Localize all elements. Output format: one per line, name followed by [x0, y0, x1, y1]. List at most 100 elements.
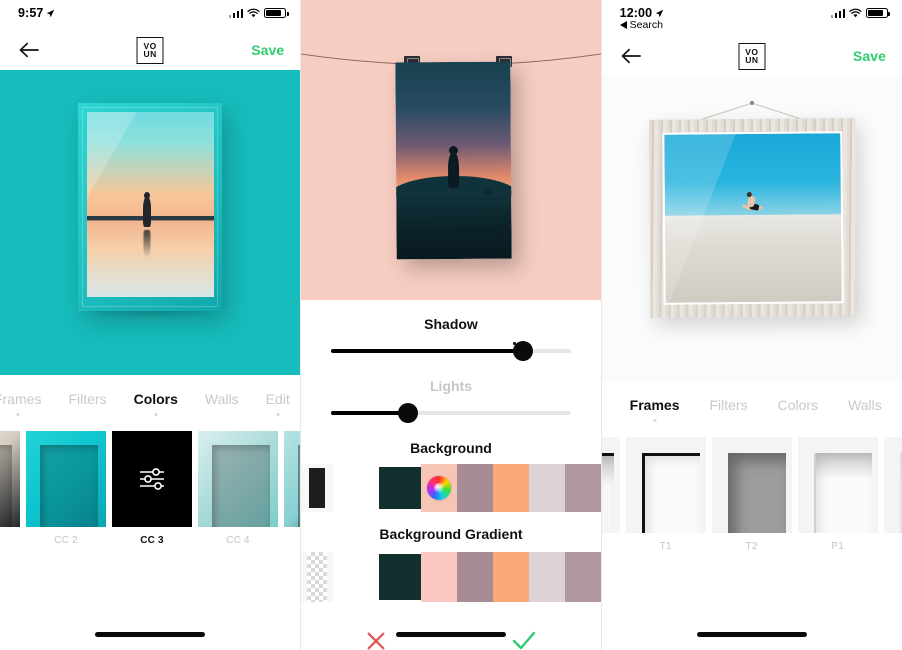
list-item[interactable]: CC 2 [26, 431, 106, 546]
background-gradient-label: Background Gradient [379, 526, 523, 542]
editor-tab-bar[interactable]: Frames Filters Colors Walls Edit M [0, 375, 301, 419]
thumb-label: T2 [745, 541, 758, 552]
location-arrow-icon [47, 9, 55, 17]
frame-preset-thumb[interactable] [601, 437, 620, 533]
back-button[interactable] [618, 43, 644, 69]
tab-label: Frames [629, 397, 680, 413]
screen-frames: 12:00 Search VO UN Save Frames Filters C… [601, 0, 902, 650]
status-bar: 12:00 Search [601, 0, 902, 31]
frame-preset-strip[interactable]: T1 T2 P1 P [601, 425, 902, 552]
swatch-dusty-mauve[interactable] [565, 552, 601, 602]
status-time-group: 9:57 [18, 6, 55, 20]
background-gradient-swatch-row[interactable] [301, 552, 601, 602]
logo-line-2: UN [143, 49, 157, 59]
back-to-app-label: Search [629, 19, 663, 31]
swatch-peach[interactable] [493, 552, 530, 602]
tab-walls[interactable]: Walls [840, 397, 890, 413]
tab-frames[interactable]: Frames [0, 391, 49, 416]
slider-thumb[interactable] [397, 403, 418, 423]
list-item[interactable]: T1 [625, 437, 706, 552]
tab-label: Filters [68, 391, 107, 407]
battery-icon [264, 8, 289, 18]
list-item[interactable]: C [284, 431, 301, 546]
thumb-frame-inner [298, 445, 301, 527]
artwork-reflection [143, 230, 151, 259]
poster-on-wire-preview[interactable] [301, 0, 601, 300]
list-item[interactable]: P [883, 437, 902, 552]
wifi-icon [849, 8, 862, 18]
tab-colors[interactable]: Colors [126, 391, 186, 416]
swatch-blush-pink[interactable] [421, 552, 458, 602]
arrow-left-icon [621, 48, 641, 64]
frame-preset-thumb[interactable] [625, 437, 706, 533]
swatch-white[interactable] [333, 552, 380, 602]
tab-colors[interactable]: Colors [770, 397, 826, 413]
close-x-icon[interactable] [365, 630, 387, 650]
sliders-icon [140, 468, 164, 490]
nav-bar: VO UN Save [0, 30, 301, 70]
save-button[interactable]: Save [251, 42, 284, 58]
swatch-peach[interactable] [493, 464, 530, 512]
color-preset-strip[interactable]: 1 CC 2 CC 3 [0, 419, 301, 546]
list-item[interactable]: CC 4 [198, 431, 278, 546]
color-preset-thumb[interactable] [284, 431, 301, 527]
framed-artwork-preview[interactable] [0, 70, 301, 375]
thumb-label: CC 4 [226, 535, 250, 546]
frame-preset-thumb[interactable] [883, 437, 902, 533]
lights-slider[interactable] [301, 403, 600, 423]
tab-filters[interactable]: Filters [60, 391, 114, 407]
thumb-frame-inner [601, 453, 614, 533]
picture-frame[interactable] [78, 103, 222, 311]
tab-filters[interactable]: Filters [701, 397, 755, 413]
tab-label: Colors [133, 391, 178, 407]
list-item[interactable]: 1 [0, 431, 20, 546]
slider-thumb[interactable] [512, 341, 533, 361]
back-button[interactable] [16, 37, 42, 63]
tab-walls[interactable]: Walls [197, 391, 247, 407]
editor-tab-bar[interactable]: Frames Filters Colors Walls Edit [601, 381, 902, 425]
glass-glare [87, 112, 153, 221]
status-time: 12:00 [619, 6, 653, 20]
swatch-dark-charcoal[interactable] [301, 464, 334, 512]
background-swatch-row[interactable] [301, 464, 601, 512]
checkmark-icon[interactable] [511, 630, 537, 650]
status-indicators [228, 6, 289, 18]
thumb-frame-inner [727, 453, 786, 533]
frame-preset-thumb[interactable] [711, 437, 792, 533]
wooden-framed-artwork-preview[interactable] [601, 76, 902, 381]
back-to-app-link[interactable]: Search [619, 19, 663, 31]
shadow-slider[interactable] [301, 341, 600, 361]
frame-preset-thumb[interactable] [797, 437, 878, 533]
list-item[interactable]: CC 3 [112, 431, 192, 546]
picture-frame[interactable] [648, 118, 857, 318]
tab-edit[interactable]: Edit [258, 391, 298, 416]
color-adjust-thumb[interactable] [112, 431, 192, 527]
tab-frames[interactable]: Frames [622, 397, 688, 422]
list-item[interactable]: T2 [711, 437, 792, 552]
swatch-color [309, 468, 326, 508]
swatch-color-picker[interactable] [421, 464, 458, 512]
swatch-dark-teal[interactable] [379, 464, 422, 512]
swatch-transparent[interactable] [301, 552, 334, 602]
swatch-dusty-mauve[interactable] [565, 464, 601, 512]
swatch-white[interactable] [333, 464, 380, 512]
color-preset-thumb[interactable] [0, 431, 20, 527]
swatch-mauve[interactable] [457, 552, 494, 602]
swatch-pale-pink-gray[interactable] [529, 464, 566, 512]
color-preset-thumb[interactable] [198, 431, 278, 527]
status-time-group: 12:00 [620, 6, 664, 20]
tab-dot [154, 413, 158, 416]
swatch-dark-teal[interactable] [379, 552, 422, 602]
tab-label: Colors [777, 397, 819, 413]
poster-artwork[interactable] [395, 61, 513, 260]
slider-track[interactable] [331, 403, 571, 423]
color-preset-thumb[interactable] [26, 431, 106, 527]
list-item[interactable]: P1 [797, 437, 878, 552]
list-item[interactable] [601, 437, 620, 541]
swatch-pale-pink-gray[interactable] [529, 552, 566, 602]
save-button[interactable]: Save [853, 48, 886, 64]
glass-glare [661, 131, 740, 305]
thumb-label: P1 [831, 541, 844, 552]
swatch-mauve[interactable] [457, 464, 494, 512]
slider-track[interactable] [331, 341, 571, 361]
